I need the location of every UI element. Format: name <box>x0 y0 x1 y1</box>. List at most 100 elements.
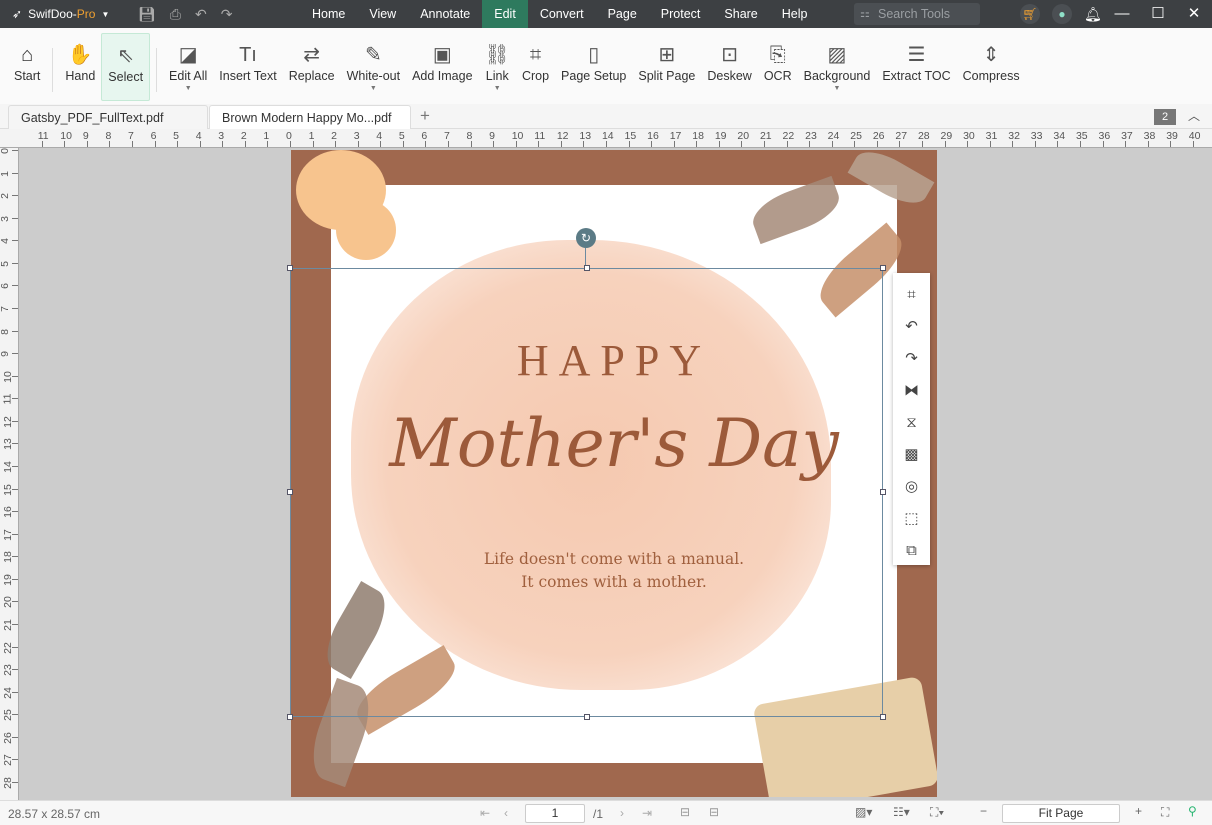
redo-icon[interactable]: ↷ <box>221 6 233 23</box>
tab-count-badge[interactable]: 2 <box>1154 109 1176 125</box>
cart-icon[interactable]: 🛒︎ <box>1020 4 1040 24</box>
rotate-left-icon[interactable]: ↶ <box>905 311 918 343</box>
insert-text-button[interactable]: Tı Insert Text <box>213 33 282 101</box>
document-canvas[interactable]: HAPPY Mother's Day Life doesn't come wit… <box>19 148 1212 800</box>
resize-handle[interactable] <box>287 714 293 720</box>
crop-icon[interactable]: ⌗ <box>907 279 915 311</box>
replace-button[interactable]: ⇄ Replace <box>283 33 341 101</box>
ruler-label: 15 <box>1 483 14 496</box>
back-view-icon[interactable]: ⊟ <box>680 805 690 819</box>
tab-gatsby[interactable]: Gatsby_PDF_FullText.pdf <box>8 105 208 129</box>
fit-icon[interactable]: ⬚ <box>904 503 918 535</box>
ruler-label: 10 <box>60 130 72 142</box>
hand-button[interactable]: ✋ Hand <box>59 33 101 101</box>
minimize-button[interactable]: — <box>1104 0 1140 28</box>
page-number-input[interactable]: 1 <box>525 804 585 823</box>
edit-all-button[interactable]: ◪ Edit All ▼ <box>163 33 213 101</box>
app-logo[interactable]: ➶ SwifDoo- Pro ▼ <box>0 7 130 21</box>
forward-view-icon[interactable]: ⊟ <box>709 805 719 819</box>
ruler-label: 27 <box>895 130 908 142</box>
cursor-icon: ⇖ <box>117 45 135 67</box>
toolbar-divider <box>52 48 54 92</box>
image-selection-box[interactable] <box>287 265 886 720</box>
menu-protect[interactable]: Protect <box>649 0 713 28</box>
ruler-label: 13 <box>1 438 14 451</box>
crop-button[interactable]: ⌗ Crop <box>516 33 555 101</box>
rotate-handle-icon[interactable]: ↻ <box>576 228 596 248</box>
close-button[interactable]: ✕ <box>1176 0 1212 28</box>
status-bar: 28.57 x 28.57 cm ⇤ ‹ 1 /1 › ⇥ ⊟ ⊟ ▨▾ ☷▾ … <box>0 800 1212 825</box>
resize-handle[interactable] <box>584 265 590 271</box>
page-layout-icon[interactable]: ☷▾ <box>893 805 910 819</box>
compress-button[interactable]: ⇕ Compress <box>957 33 1026 101</box>
ruler-label: 7 <box>0 306 11 312</box>
resize-handle[interactable] <box>287 489 293 495</box>
background-button[interactable]: ▨ Background ▼ <box>798 33 877 101</box>
extract-toc-button[interactable]: ☰ Extract TOC <box>876 33 956 101</box>
ruler-label: 11 <box>1 393 14 405</box>
ruler-label: 26 <box>1 731 14 744</box>
white-out-button[interactable]: ✎ White-out ▼ <box>341 33 407 101</box>
menu-convert[interactable]: Convert <box>528 0 596 28</box>
ruler-label: 0 <box>0 148 11 154</box>
opacity-icon[interactable]: ◎ <box>905 471 918 503</box>
deskew-button[interactable]: ⊡ Deskew <box>701 33 757 101</box>
menu-share[interactable]: Share <box>712 0 769 28</box>
start-button[interactable]: ⌂ Start <box>8 33 46 101</box>
save-icon[interactable]: 💾︎ <box>138 6 156 23</box>
flip-horizontal-icon[interactable]: ⧓ <box>904 375 919 407</box>
ocr-icon: ⎘ <box>769 44 786 66</box>
pin-icon[interactable]: ⚲ <box>1188 804 1197 818</box>
link-button[interactable]: ⛓ Link ▼ <box>479 33 516 101</box>
resize-handle[interactable] <box>880 265 886 271</box>
page-setup-button[interactable]: ▯ Page Setup <box>555 33 632 101</box>
menu-view[interactable]: View <box>357 0 408 28</box>
zoom-in-button[interactable]: + <box>1135 804 1142 818</box>
resize-handle[interactable] <box>880 714 886 720</box>
replace-image-icon[interactable]: ▩ <box>904 439 918 471</box>
prev-page-icon[interactable]: ‹ <box>504 806 508 820</box>
zoom-out-button[interactable]: − <box>980 804 987 818</box>
menu-annotate[interactable]: Annotate <box>408 0 482 28</box>
new-tab-button[interactable]: + <box>420 106 430 126</box>
menu-home[interactable]: Home <box>300 0 357 28</box>
ruler-label: 4 <box>0 238 11 245</box>
fullscreen-icon[interactable]: ⛶ <box>1161 805 1169 820</box>
ocr-button[interactable]: ⎘ OCR <box>758 33 798 101</box>
background-mode-icon[interactable]: ▨▾ <box>855 805 872 819</box>
resize-handle[interactable] <box>287 265 293 271</box>
dropdown-arrow-icon: ▼ <box>184 85 192 92</box>
resize-handle[interactable] <box>880 489 886 495</box>
extract-image-icon[interactable]: ⧉ <box>906 535 917 567</box>
maximize-button[interactable]: ☐ <box>1140 0 1176 28</box>
document-tabs: Gatsby_PDF_FullText.pdf Brown Modern Hap… <box>0 104 1212 136</box>
tab-brown-modern[interactable]: Brown Modern Happy Mo...pdf <box>209 105 411 136</box>
ruler-label: 30 <box>963 130 975 142</box>
split-page-button[interactable]: ⊞ Split Page <box>632 33 701 101</box>
flip-vertical-icon[interactable]: ⧖ <box>906 407 917 439</box>
collapse-icon[interactable]: ︿ <box>1188 107 1200 124</box>
user-avatar-icon[interactable]: ● <box>1052 4 1072 24</box>
toolbar-divider <box>156 48 158 92</box>
menu-help[interactable]: Help <box>770 0 820 28</box>
menu-page[interactable]: Page <box>596 0 649 28</box>
last-page-icon[interactable]: ⇥ <box>642 806 652 820</box>
ruler-label: 28 <box>1 777 14 789</box>
undo-icon[interactable]: ↶ <box>195 6 207 23</box>
add-image-button[interactable]: ▣ Add Image <box>406 33 478 101</box>
menu-edit[interactable]: Edit <box>482 0 528 28</box>
ruler-label: 17 <box>669 130 682 142</box>
print-icon[interactable]: ⎙ <box>170 6 181 23</box>
fit-mode-icon[interactable]: ⛶▾ <box>930 805 944 820</box>
select-button[interactable]: ⇖ Select <box>101 33 151 101</box>
ruler-label: 14 <box>601 130 614 142</box>
resize-handle[interactable] <box>584 714 590 720</box>
rotate-right-icon[interactable]: ↷ <box>905 343 918 375</box>
bell-icon[interactable]: 🔔︎ <box>1084 4 1102 24</box>
crop-icon: ⌗ <box>529 44 542 66</box>
next-page-icon[interactable]: › <box>620 806 624 820</box>
first-page-icon[interactable]: ⇤ <box>480 806 490 820</box>
zoom-select[interactable]: Fit Page <box>1002 804 1120 823</box>
search-tools-input[interactable]: ⚏ Search Tools <box>854 3 980 25</box>
page-setup-icon: ▯ <box>588 44 600 66</box>
